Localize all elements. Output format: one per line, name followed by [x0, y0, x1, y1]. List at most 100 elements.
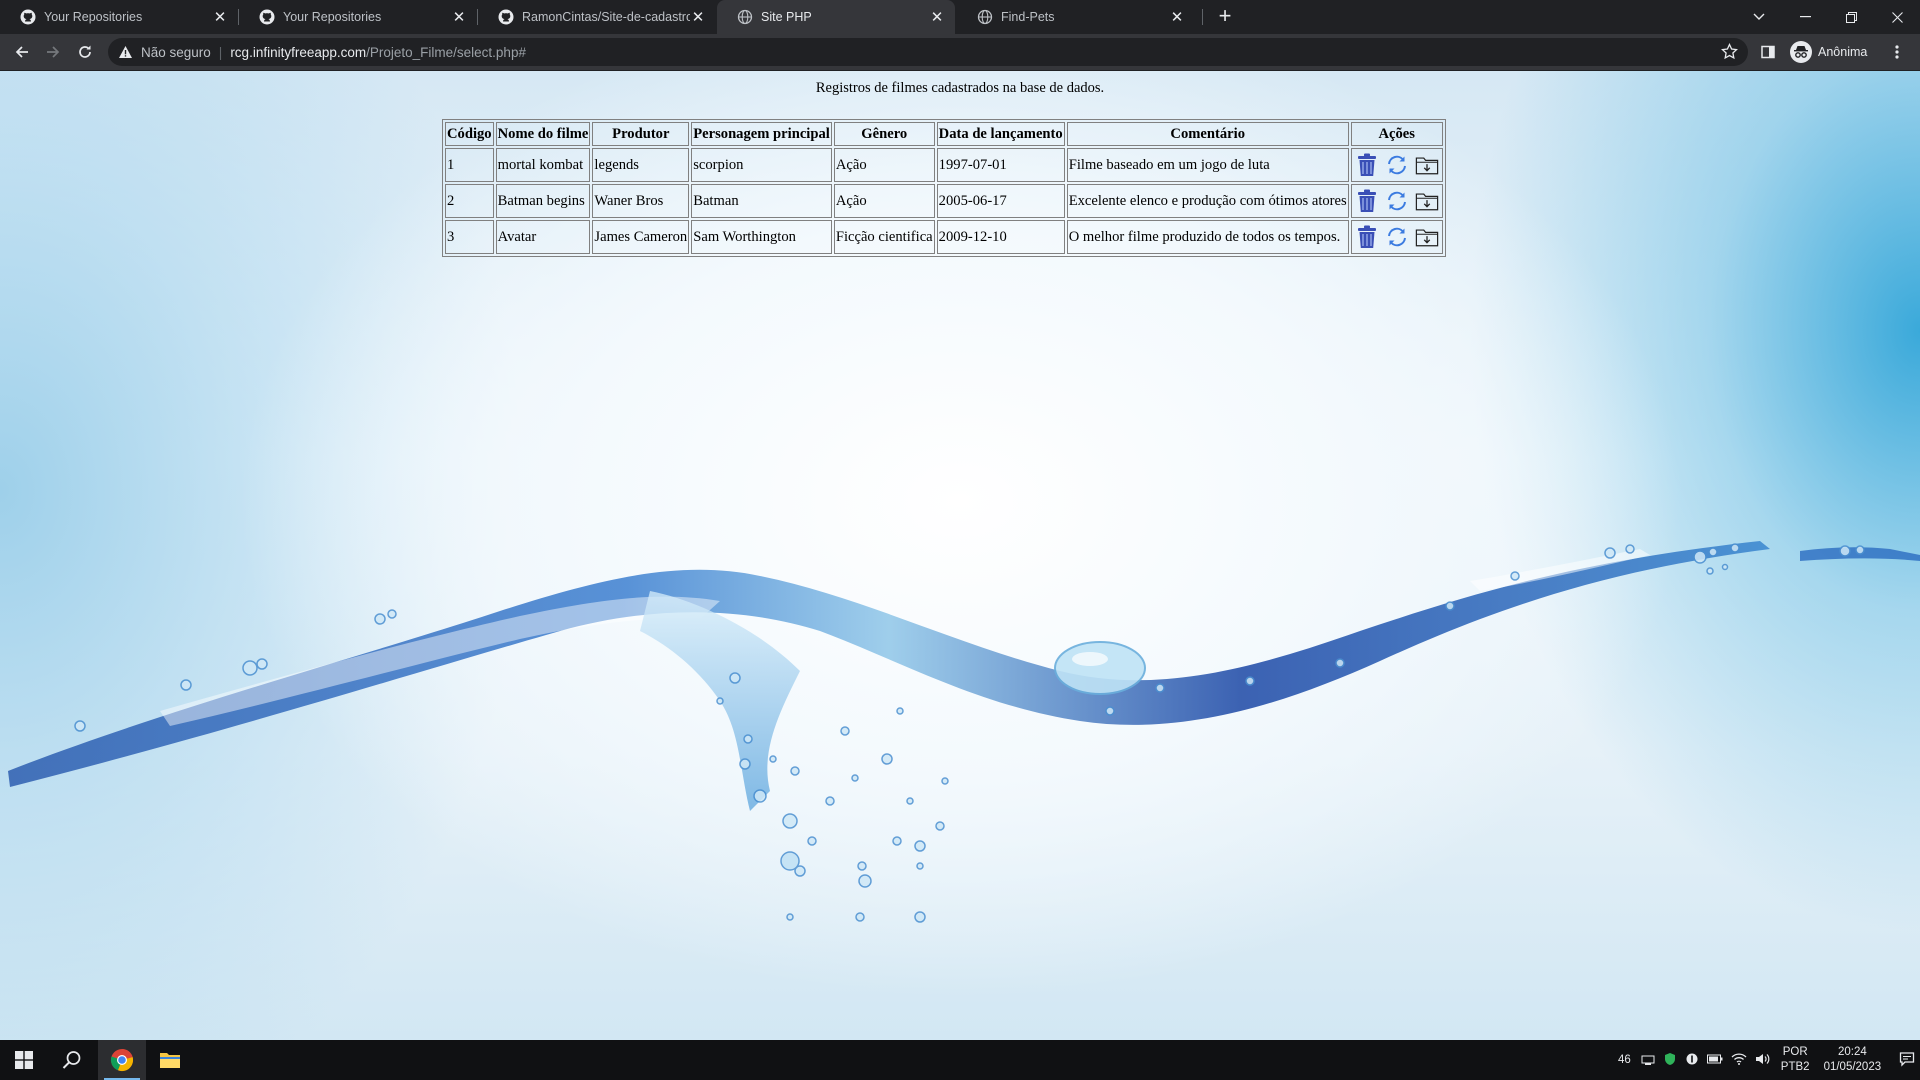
warning-triangle-icon[interactable]	[118, 45, 133, 59]
close-icon[interactable]: ✕	[451, 9, 467, 26]
folder-download-icon[interactable]	[1415, 225, 1439, 249]
cell-codigo: 3	[445, 220, 494, 254]
header-nome-do-filme: Nome do filme	[495, 122, 591, 146]
browser-tab-4[interactable]: Find-Pets ✕	[957, 0, 1195, 34]
network-activity-icon[interactable]	[1641, 1052, 1655, 1069]
globe-icon	[737, 9, 753, 25]
security-status-label[interactable]: Não seguro	[141, 45, 211, 60]
folder-download-icon[interactable]	[1415, 189, 1439, 213]
incognito-icon	[1790, 41, 1812, 63]
refresh-icon[interactable]	[1385, 189, 1409, 213]
table-row: 1 mortal kombat legends scorpion Ação 19…	[445, 148, 1443, 182]
folder-download-icon[interactable]	[1415, 153, 1439, 177]
cell-acoes	[1350, 184, 1443, 218]
browser-toolbar: Não seguro | rcg.infinityfreeapp.com/Pro…	[0, 34, 1920, 71]
github-icon	[259, 9, 275, 25]
cell-personagem: Batman	[691, 184, 832, 218]
cell-genero: Ação	[833, 148, 935, 182]
trash-icon[interactable]	[1355, 189, 1379, 213]
file-explorer-icon[interactable]	[146, 1040, 194, 1080]
films-table-container: Código Nome do filme Produtor Personagem…	[442, 119, 1446, 257]
table-row: 3 Avatar James Cameron Sam Worthington F…	[445, 220, 1443, 254]
cell-genero: Ficção cientifica	[833, 220, 935, 254]
profile-label: Anônima	[1818, 45, 1868, 59]
keyboard-layout: PTB2	[1780, 1061, 1810, 1073]
cell-data: 2005-06-17	[936, 184, 1065, 218]
refresh-icon[interactable]	[1385, 225, 1409, 249]
browser-tab-0[interactable]: Your Repositories ✕	[0, 0, 238, 34]
windows-start-icon[interactable]	[0, 1040, 48, 1080]
cell-nome: mortal kombat	[495, 148, 591, 182]
github-icon	[20, 9, 36, 25]
browser-tab-1[interactable]: Your Repositories ✕	[239, 0, 477, 34]
header-codigo: Código	[445, 122, 494, 146]
cell-comentario: O melhor filme produzido de todos os tem…	[1066, 220, 1349, 254]
cell-data: 2009-12-10	[936, 220, 1065, 254]
bookmark-star-icon[interactable]	[1721, 42, 1738, 63]
trash-icon[interactable]	[1355, 225, 1379, 249]
close-icon[interactable]: ✕	[1169, 9, 1185, 26]
header-comentario: Comentário	[1066, 122, 1349, 146]
cell-nome: Batman begins	[495, 184, 591, 218]
incognito-profile-button[interactable]: Anônima	[1790, 40, 1867, 64]
battery-icon[interactable]	[1706, 1054, 1723, 1067]
cell-acoes	[1350, 148, 1443, 182]
side-panel-icon[interactable]	[1756, 40, 1780, 64]
cell-personagem: Sam Worthington	[691, 220, 832, 254]
cell-personagem: scorpion	[691, 148, 832, 182]
cell-codigo: 2	[445, 184, 494, 218]
windows-taskbar: 46 POR PTB2 20:24 01/05/2023	[0, 1040, 1920, 1080]
cell-produtor: Waner Bros	[592, 184, 690, 218]
url-path: /Projeto_Filme/select.php#	[366, 44, 526, 60]
tab-title: Find-Pets	[1001, 10, 1055, 24]
cell-produtor: legends	[592, 148, 690, 182]
header-personagem-principal: Personagem principal	[691, 122, 832, 146]
close-icon[interactable]: ✕	[690, 9, 706, 26]
kebab-menu-icon[interactable]	[1885, 40, 1909, 64]
browser-tab-3-active[interactable]: Site PHP ✕	[717, 0, 955, 34]
cell-comentario: Filme baseado em um jogo de luta	[1066, 148, 1349, 182]
tab-title: Your Repositories	[44, 10, 143, 24]
close-icon[interactable]: ✕	[212, 9, 228, 26]
header-data-de-lancamento: Data de lançamento	[936, 122, 1065, 146]
tab-strip: Your Repositories ✕ Your Repositories ✕ …	[0, 0, 1920, 34]
close-window-button[interactable]	[1874, 0, 1920, 34]
cell-produtor: James Cameron	[592, 220, 690, 254]
notification-icon[interactable]	[1899, 1051, 1915, 1070]
films-table: Código Nome do filme Produtor Personagem…	[442, 119, 1446, 257]
header-produtor: Produtor	[592, 122, 690, 146]
page-caption: Registros de filmes cadastrados na base …	[815, 80, 1105, 96]
close-icon[interactable]: ✕	[929, 9, 945, 26]
new-tab-button[interactable]: +	[1212, 5, 1238, 29]
browser-tab-2[interactable]: RamonCintas/Site-de-cadastro-d ✕	[478, 0, 716, 34]
search-icon[interactable]	[48, 1040, 96, 1080]
reload-icon[interactable]	[73, 40, 97, 64]
minimize-button[interactable]	[1782, 0, 1828, 34]
tab-title: RamonCintas/Site-de-cadastro-d	[522, 10, 690, 24]
back-arrow-icon[interactable]	[10, 40, 34, 64]
security-badge-icon[interactable]	[1685, 1052, 1699, 1069]
chrome-taskbar-icon[interactable]	[98, 1040, 146, 1080]
refresh-icon[interactable]	[1385, 153, 1409, 177]
url-host: rcg.infinityfreeapp.com	[230, 44, 367, 60]
tab-search-chevron-icon[interactable]	[1736, 0, 1782, 34]
clock-date: 01/05/2023	[1823, 1061, 1882, 1073]
table-header-row: Código Nome do filme Produtor Personagem…	[445, 122, 1443, 146]
volume-icon[interactable]	[1755, 1052, 1771, 1069]
input-language-indicator[interactable]: POR PTB2	[1781, 1045, 1810, 1075]
header-acoes: Ações	[1350, 122, 1443, 146]
shield-icon[interactable]	[1663, 1052, 1677, 1069]
cell-genero: Ação	[833, 184, 935, 218]
forward-arrow-icon[interactable]	[41, 40, 65, 64]
language-code: POR	[1782, 1046, 1808, 1058]
address-bar[interactable]: Não seguro | rcg.infinityfreeapp.com/Pro…	[108, 38, 1748, 66]
cell-nome: Avatar	[495, 220, 591, 254]
wifi-icon[interactable]	[1731, 1052, 1747, 1069]
cell-comentario: Excelente elenco e produção com ótimos a…	[1066, 184, 1349, 218]
restore-button[interactable]	[1828, 0, 1874, 34]
clock[interactable]: 20:24 01/05/2023	[1824, 1045, 1882, 1075]
cell-acoes	[1350, 220, 1443, 254]
cell-data: 1997-07-01	[936, 148, 1065, 182]
trash-icon[interactable]	[1355, 153, 1379, 177]
tab-title: Site PHP	[761, 10, 812, 24]
